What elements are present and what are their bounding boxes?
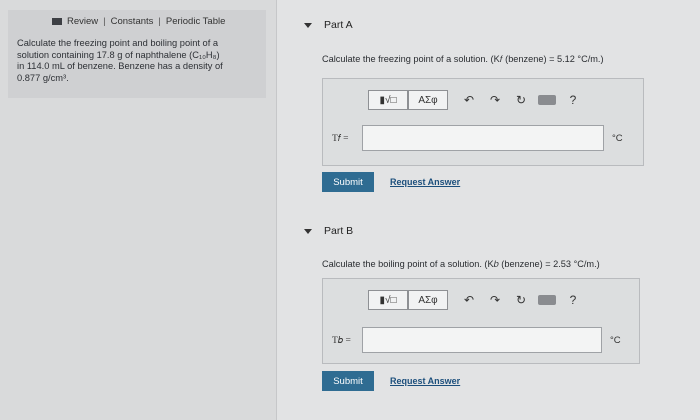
- collapse-part-b-icon[interactable]: [304, 229, 312, 234]
- tab-constants[interactable]: Constants: [111, 16, 154, 27]
- reset-icon[interactable]: ↻: [508, 290, 534, 310]
- part-b-unit: °C: [610, 335, 621, 346]
- symbols-button[interactable]: ΑΣφ: [408, 90, 448, 110]
- resource-tabs: Review | Constants | Periodic Table: [52, 16, 225, 27]
- tab-separator: |: [158, 16, 161, 27]
- tab-review[interactable]: Review: [67, 16, 98, 27]
- help-icon[interactable]: ?: [560, 90, 586, 110]
- help-icon[interactable]: ?: [560, 290, 586, 310]
- symbols-button[interactable]: ΑΣφ: [408, 290, 448, 310]
- part-a-submit-button[interactable]: Submit: [322, 172, 374, 192]
- redo-icon[interactable]: ↷: [482, 290, 508, 310]
- part-a-request-answer-link[interactable]: Request Answer: [390, 177, 460, 187]
- part-a-title: Part A: [324, 19, 353, 31]
- part-b-submit-button[interactable]: Submit: [322, 371, 374, 391]
- templates-button[interactable]: ▮√□: [368, 90, 408, 110]
- part-b-question: Calculate the boiling point of a solutio…: [322, 259, 600, 269]
- part-a-question: Calculate the freezing point of a soluti…: [322, 54, 604, 64]
- keyboard-icon[interactable]: [538, 95, 556, 105]
- part-a-unit: °C: [612, 133, 623, 144]
- keyboard-icon[interactable]: [538, 295, 556, 305]
- pane-divider: [276, 0, 277, 420]
- review-icon: [52, 17, 62, 25]
- reset-icon[interactable]: ↻: [508, 90, 534, 110]
- part-a-toolbar: ▮√□ ΑΣφ ↶ ↷ ↻ ?: [368, 90, 586, 110]
- collapse-part-a-icon[interactable]: [304, 23, 312, 28]
- part-b-answer-input[interactable]: [362, 327, 602, 353]
- part-a-variable-label: T𝑓 =: [332, 134, 349, 144]
- undo-icon[interactable]: ↶: [456, 90, 482, 110]
- tab-separator: |: [103, 16, 106, 27]
- problem-statement: Calculate the freezing point and boiling…: [17, 38, 267, 84]
- undo-icon[interactable]: ↶: [456, 290, 482, 310]
- part-b-variable-label: T𝑏 =: [332, 336, 351, 346]
- redo-icon[interactable]: ↷: [482, 90, 508, 110]
- tab-periodic-table[interactable]: Periodic Table: [166, 16, 226, 27]
- problem-text: Calculate the freezing point and boiling…: [17, 38, 223, 83]
- part-b-title: Part B: [324, 225, 354, 237]
- part-b-toolbar: ▮√□ ΑΣφ ↶ ↷ ↻ ?: [368, 290, 586, 310]
- part-a-answer-input[interactable]: [362, 125, 604, 151]
- templates-button[interactable]: ▮√□: [368, 290, 408, 310]
- part-b-request-answer-link[interactable]: Request Answer: [390, 376, 460, 386]
